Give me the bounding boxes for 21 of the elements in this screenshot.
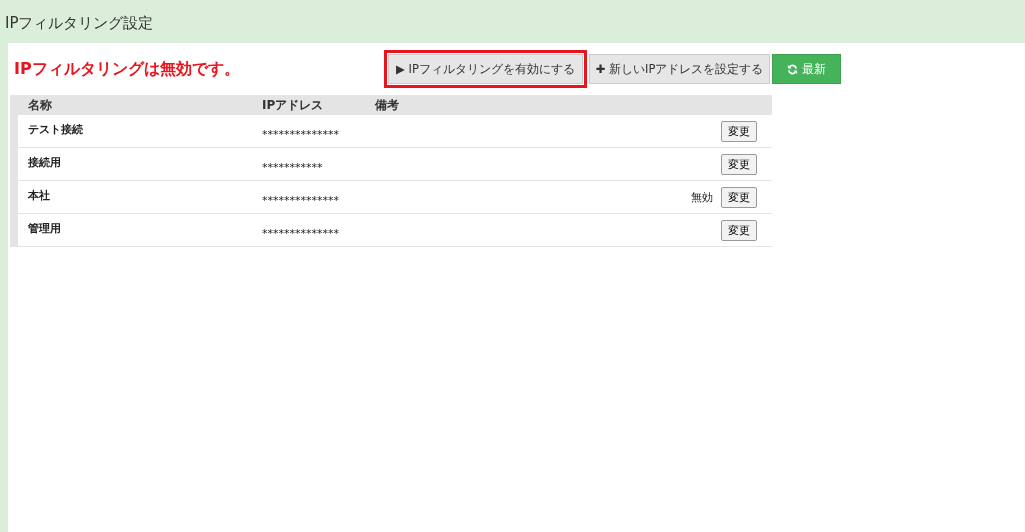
refresh-icon (787, 63, 799, 75)
table-cell: 無効 (691, 189, 713, 205)
add-ip-button[interactable]: ✚ 新しいIPアドレスを設定する (588, 54, 771, 84)
table-cell-text: ************** (262, 126, 340, 141)
edit-button[interactable]: 変更 (721, 186, 757, 208)
column-header: IPアドレス (262, 96, 325, 114)
table-cell-text: 接続用 (27, 155, 62, 170)
edit-button[interactable]: 変更 (721, 153, 757, 175)
column-header: 備考 (375, 96, 400, 114)
status-message: IPフィルタリングは無効です。 (14, 58, 241, 80)
edit-button[interactable]: 変更 (721, 219, 757, 241)
column-header: 名称 (27, 96, 53, 114)
table-cell-text: 本社 (27, 188, 51, 203)
page-title: IPフィルタリング設定 (5, 14, 154, 33)
enable-filter-button[interactable]: ▶ IPフィルタリングを有効にする (384, 50, 587, 88)
table-cell-text: ************** (262, 225, 340, 240)
table-cell-text: 管理用 (27, 221, 62, 236)
edit-button[interactable]: 変更 (721, 120, 757, 142)
table-cell-text: *********** (262, 159, 324, 174)
table-cell-text: テスト接続 (27, 122, 84, 137)
table-cell-text: ************** (262, 192, 340, 207)
